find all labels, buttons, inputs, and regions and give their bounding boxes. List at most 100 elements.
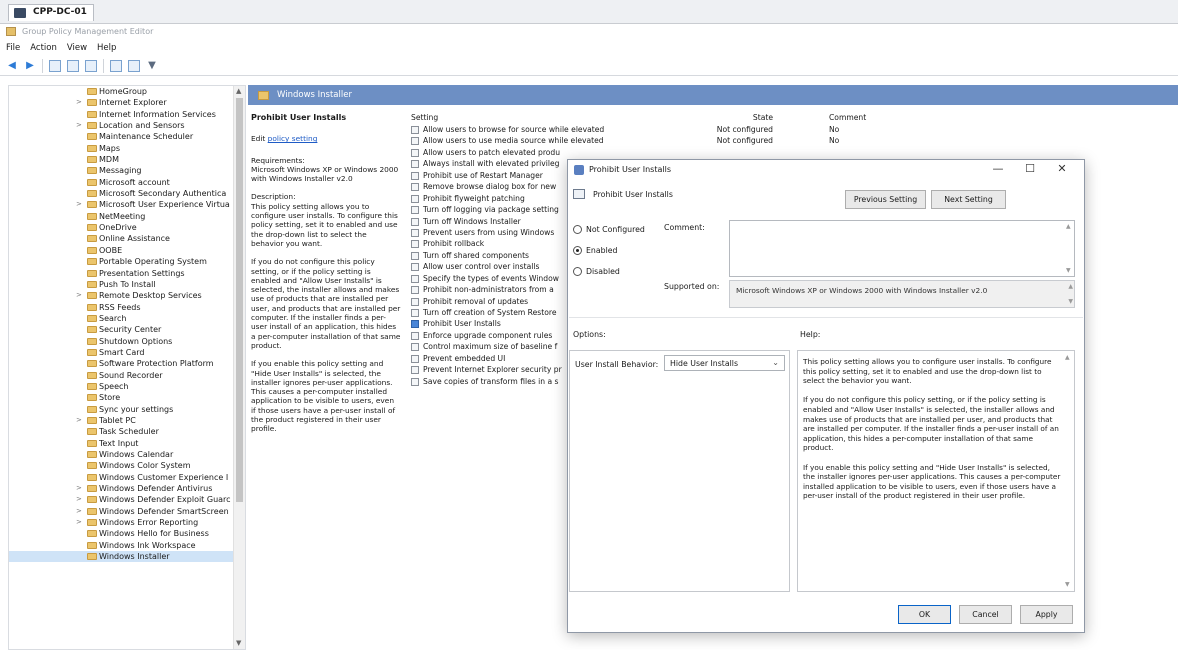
expand-icon[interactable]: > bbox=[76, 290, 84, 301]
expand-icon[interactable]: > bbox=[76, 506, 84, 517]
edit-policy-link[interactable]: policy setting bbox=[268, 134, 318, 143]
tree-item[interactable]: Windows Customer Experience I bbox=[9, 472, 245, 483]
expand-icon[interactable]: > bbox=[76, 120, 84, 131]
previous-setting-button[interactable]: Previous Setting bbox=[845, 190, 926, 209]
tree-scroll-thumb[interactable] bbox=[236, 98, 243, 502]
comment-textarea[interactable]: ▲ ▼ bbox=[729, 220, 1075, 277]
tree-item[interactable]: Microsoft Secondary Authentica bbox=[9, 188, 245, 199]
tree-item[interactable]: Smart Card bbox=[9, 347, 245, 358]
tree-scrollbar[interactable]: ▲ ▼ bbox=[233, 86, 245, 649]
forward-icon[interactable]: ▶ bbox=[24, 60, 36, 72]
scroll-down-icon[interactable]: ▼ bbox=[1066, 267, 1071, 274]
tree-item[interactable]: > Remote Desktop Services bbox=[9, 290, 245, 301]
setting-row[interactable]: Allow users to use media source while el… bbox=[411, 135, 1178, 146]
window-tab[interactable]: CPP-DC-01 bbox=[8, 4, 94, 21]
cancel-button[interactable]: Cancel bbox=[959, 605, 1012, 624]
scroll-down-icon[interactable]: ▼ bbox=[236, 639, 241, 647]
scroll-up-icon[interactable]: ▲ bbox=[236, 87, 241, 95]
radio-enabled[interactable]: Enabled bbox=[573, 246, 618, 255]
setting-state: Not configured bbox=[716, 136, 773, 146]
tree-item[interactable]: Windows Ink Workspace bbox=[9, 540, 245, 551]
menu-help[interactable]: Help bbox=[97, 43, 116, 56]
column-comment[interactable]: Comment bbox=[789, 113, 869, 124]
tree-item[interactable]: Sync your settings bbox=[9, 404, 245, 415]
apply-button[interactable]: Apply bbox=[1020, 605, 1073, 624]
scroll-down-icon[interactable]: ▼ bbox=[1065, 580, 1070, 590]
column-state[interactable]: State bbox=[681, 113, 789, 124]
policy-tree[interactable]: HomeGroup > Internet Explorer Internet Info… bbox=[8, 85, 246, 650]
tree-item[interactable]: Portable Operating System bbox=[9, 256, 245, 267]
expand-icon[interactable]: > bbox=[76, 517, 84, 528]
tree-item[interactable]: > Windows Defender Exploit Guarc bbox=[9, 494, 245, 505]
tree-item[interactable]: Online Assistance bbox=[9, 233, 245, 244]
column-setting[interactable]: Setting bbox=[411, 113, 681, 124]
tree-item[interactable]: > Windows Defender Antivirus bbox=[9, 483, 245, 494]
user-install-behavior-select[interactable]: Hide User Installs ⌄ bbox=[664, 355, 785, 371]
tree-item[interactable]: OOBE bbox=[9, 245, 245, 256]
tree-item[interactable]: Windows Calendar bbox=[9, 449, 245, 460]
tree-item[interactable]: Maps bbox=[9, 143, 245, 154]
tree-item[interactable]: Text Input bbox=[9, 438, 245, 449]
tree-item[interactable]: > Location and Sensors bbox=[9, 120, 245, 131]
tree-item[interactable]: Windows Installer bbox=[9, 551, 245, 563]
tree-item[interactable]: Push To Install bbox=[9, 279, 245, 290]
tree-item[interactable]: Software Protection Platform bbox=[9, 358, 245, 369]
tree-item[interactable]: RSS Feeds bbox=[9, 302, 245, 313]
filter-icon[interactable]: ▼ bbox=[146, 60, 158, 72]
tree-item[interactable]: > Windows Defender SmartScreen bbox=[9, 506, 245, 517]
tree-item[interactable]: Speech bbox=[9, 381, 245, 392]
scroll-up-icon[interactable]: ▲ bbox=[1068, 283, 1073, 290]
tree-item[interactable]: Windows Color System bbox=[9, 460, 245, 471]
tree-item[interactable]: NetMeeting bbox=[9, 211, 245, 222]
scroll-down-icon[interactable]: ▼ bbox=[1068, 298, 1073, 305]
tree-item[interactable]: Maintenance Scheduler bbox=[9, 131, 245, 142]
radio-disabled[interactable]: Disabled bbox=[573, 267, 620, 276]
folder-icon bbox=[87, 224, 97, 232]
expand-icon[interactable]: > bbox=[76, 199, 84, 210]
next-setting-button[interactable]: Next Setting bbox=[931, 190, 1006, 209]
minimize-icon[interactable]: — bbox=[986, 162, 1010, 175]
tree-item[interactable]: HomeGroup bbox=[9, 86, 245, 97]
tree-item[interactable]: Windows Hello for Business bbox=[9, 528, 245, 539]
tree-item[interactable]: MDM bbox=[9, 154, 245, 165]
tree-item[interactable]: > Tablet PC bbox=[9, 415, 245, 426]
tree-item[interactable]: Microsoft account bbox=[9, 177, 245, 188]
tree-item[interactable]: OneDrive bbox=[9, 222, 245, 233]
tree-item[interactable]: > Internet Explorer bbox=[9, 97, 245, 108]
menu-file[interactable]: File bbox=[6, 43, 20, 56]
setting-row[interactable]: Allow users to browse for source while e… bbox=[411, 124, 1178, 135]
expand-icon[interactable]: > bbox=[76, 415, 84, 426]
help-scrollbar[interactable]: ▲ ▼ bbox=[1064, 351, 1073, 591]
up-icon[interactable] bbox=[49, 59, 61, 72]
help-icon[interactable] bbox=[110, 59, 122, 72]
properties-icon[interactable] bbox=[128, 59, 140, 72]
menu-action[interactable]: Action bbox=[30, 43, 57, 56]
comment-scrollbar[interactable]: ▲ ▼ bbox=[1065, 221, 1074, 276]
tree-item[interactable]: Security Center bbox=[9, 324, 245, 335]
tree-item[interactable]: Store bbox=[9, 392, 245, 403]
back-icon[interactable]: ◀ bbox=[6, 60, 18, 72]
tree-item[interactable]: Shutdown Options bbox=[9, 336, 245, 347]
tree-item[interactable]: Presentation Settings bbox=[9, 268, 245, 279]
expand-icon[interactable]: > bbox=[76, 494, 84, 505]
menu-view[interactable]: View bbox=[67, 43, 87, 56]
scroll-up-icon[interactable]: ▲ bbox=[1066, 223, 1071, 230]
expand-icon[interactable]: > bbox=[76, 97, 84, 108]
expand-icon[interactable]: > bbox=[76, 483, 84, 494]
maximize-icon[interactable]: ☐ bbox=[1018, 162, 1042, 175]
scroll-up-icon[interactable]: ▲ bbox=[1065, 353, 1070, 363]
tree-item[interactable]: Task Scheduler bbox=[9, 426, 245, 437]
help-text-panel[interactable]: This policy setting allows you to config… bbox=[797, 350, 1075, 592]
ok-button[interactable]: OK bbox=[898, 605, 951, 624]
close-icon[interactable]: ✕ bbox=[1050, 162, 1074, 175]
tree-item[interactable]: Search bbox=[9, 313, 245, 324]
show-hide-tree-icon[interactable] bbox=[67, 59, 79, 72]
setting-row[interactable]: Allow users to patch elevated produ bbox=[411, 147, 1178, 158]
export-icon[interactable] bbox=[85, 59, 97, 72]
tree-item[interactable]: Sound Recorder bbox=[9, 370, 245, 381]
tree-item[interactable]: Messaging bbox=[9, 165, 245, 176]
tree-item[interactable]: > Microsoft User Experience Virtua bbox=[9, 199, 245, 210]
tree-item[interactable]: Internet Information Services bbox=[9, 109, 245, 120]
tree-item[interactable]: > Windows Error Reporting bbox=[9, 517, 245, 528]
radio-not-configured[interactable]: Not Configured bbox=[573, 225, 645, 234]
